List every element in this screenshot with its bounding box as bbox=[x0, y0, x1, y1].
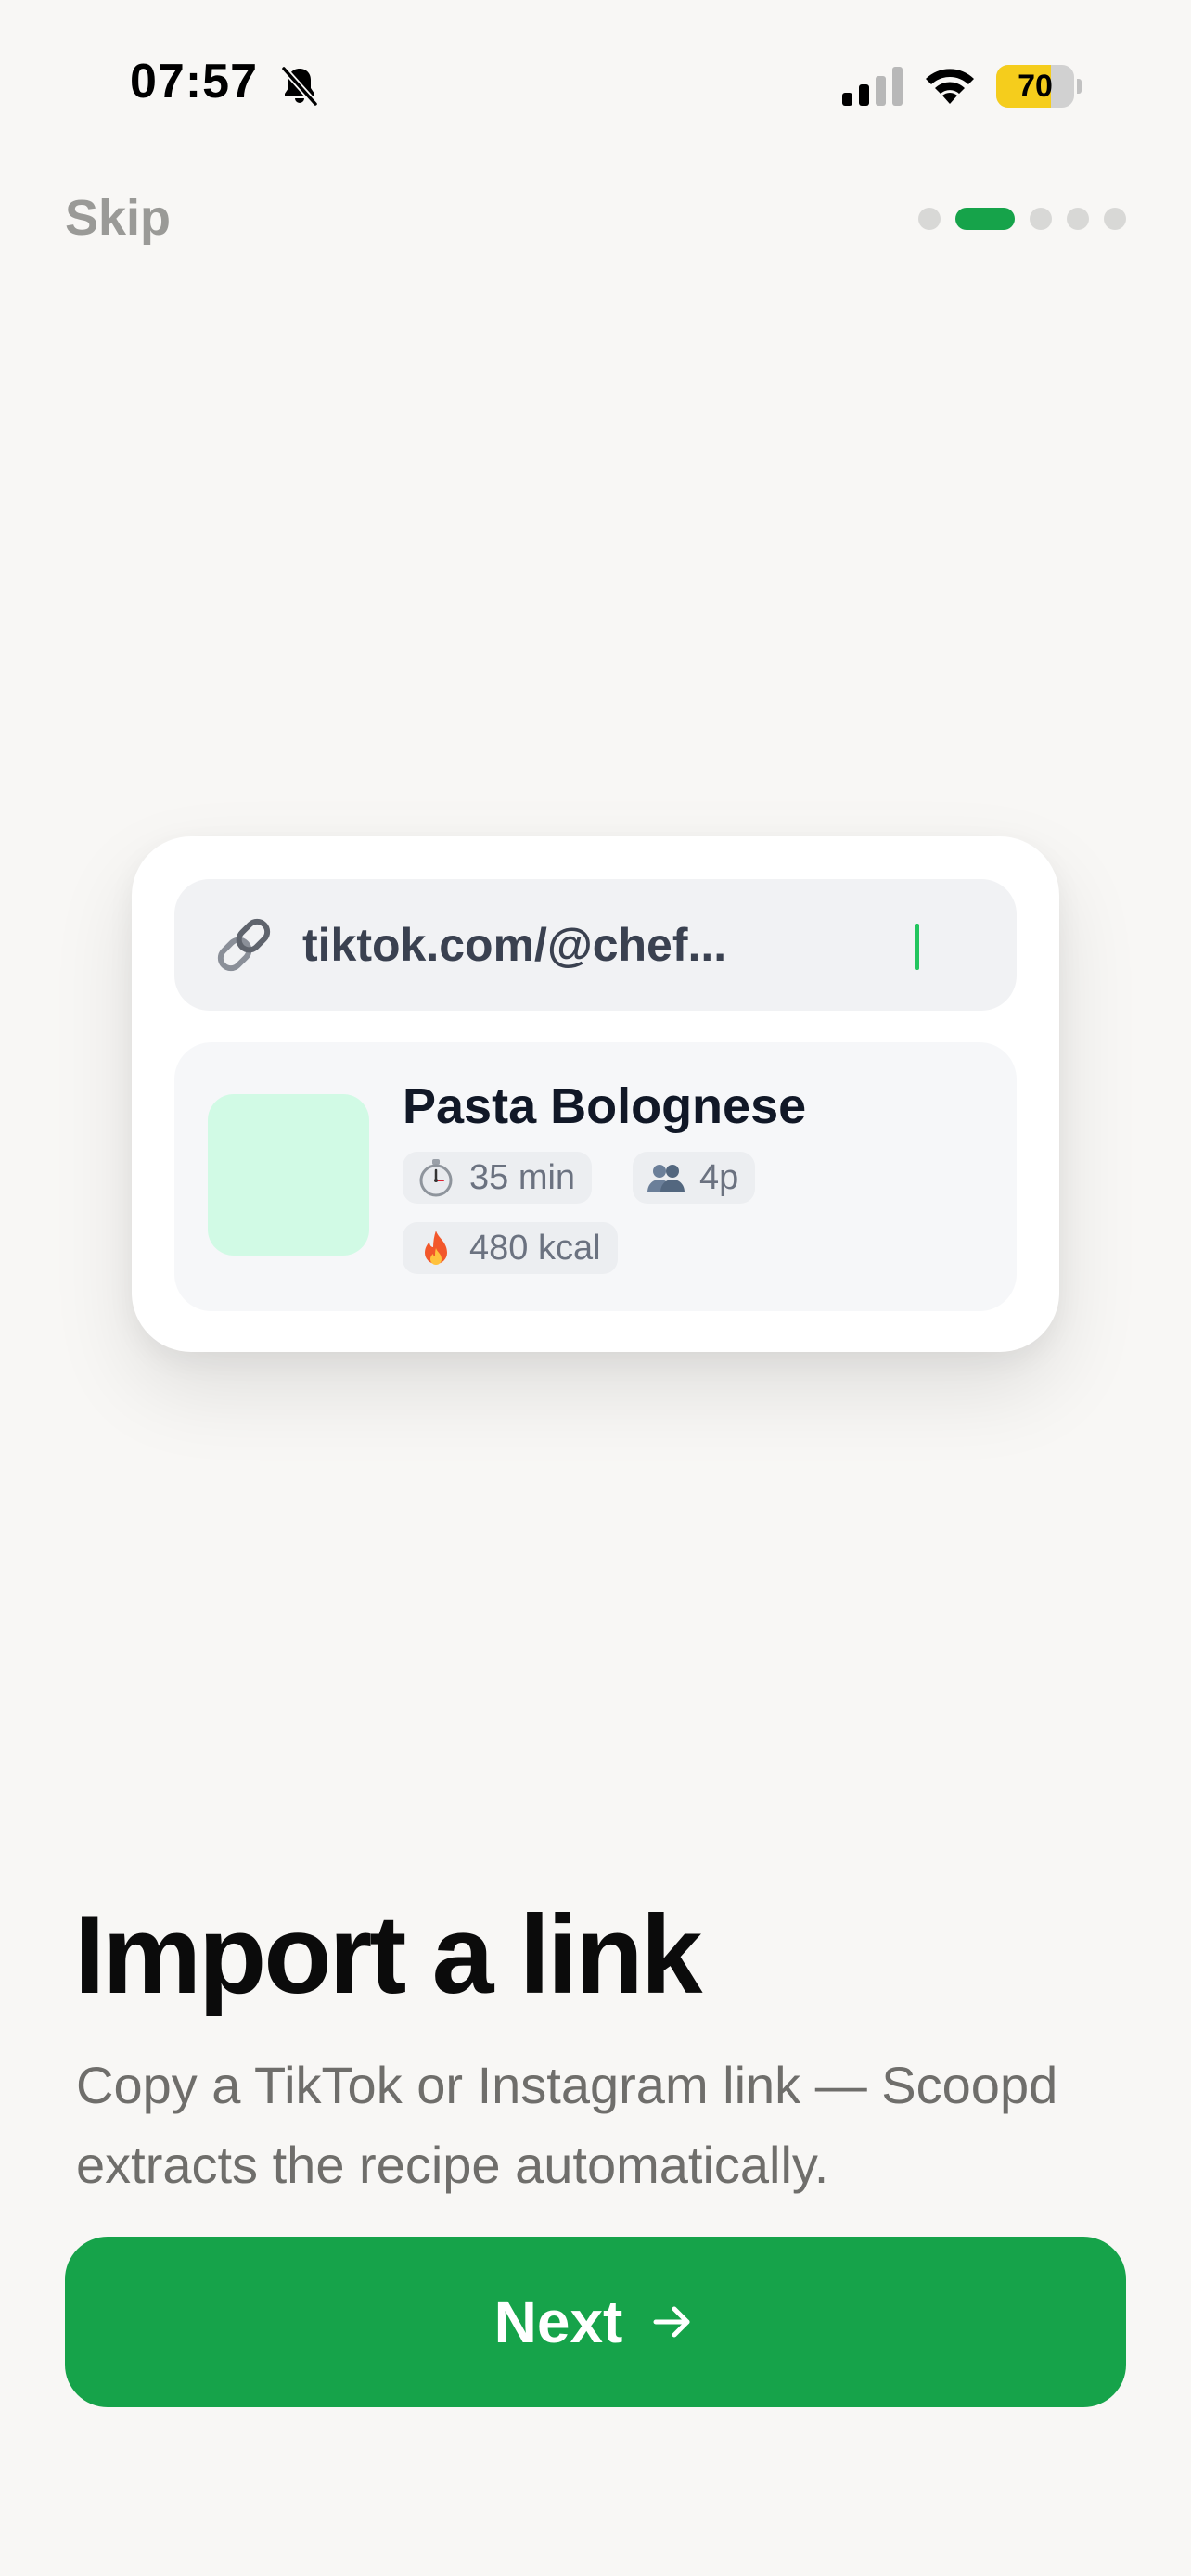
people-icon bbox=[647, 1165, 685, 1192]
cellular-signal-icon bbox=[842, 67, 903, 106]
recipe-thumbnail bbox=[208, 1094, 369, 1256]
calories-chip: 480 kcal bbox=[403, 1222, 618, 1274]
page-title: Import a link bbox=[74, 1893, 702, 2017]
calories-text: 480 kcal bbox=[469, 1228, 601, 1268]
url-text: tiktok.com/@chef... bbox=[302, 919, 727, 971]
page-dot bbox=[1030, 208, 1052, 230]
url-input[interactable]: tiktok.com/@chef... bbox=[174, 879, 1017, 1011]
recipe-title: Pasta Bolognese bbox=[403, 1078, 807, 1134]
recipe-result-card: Pasta Bolognese 35 min 4p 480 kcal bbox=[174, 1042, 1017, 1311]
cook-time-text: 35 min bbox=[469, 1157, 576, 1197]
servings-text: 4p bbox=[699, 1157, 739, 1197]
page-indicator bbox=[918, 208, 1126, 230]
page-dot-active bbox=[955, 208, 1015, 230]
next-button[interactable]: Next bbox=[65, 2237, 1126, 2407]
page-dot bbox=[918, 208, 941, 230]
battery-level: 70 bbox=[1018, 69, 1053, 104]
skip-button[interactable]: Skip bbox=[65, 189, 171, 247]
arrow-right-icon bbox=[653, 2306, 690, 2338]
next-button-label: Next bbox=[493, 2289, 623, 2355]
servings-chip: 4p bbox=[633, 1152, 756, 1204]
battery-icon: 70 bbox=[996, 65, 1082, 108]
text-caret bbox=[915, 924, 919, 970]
onboarding-screen: 07:57 70 Skip tiktok.com/@chef... Pasta … bbox=[0, 0, 1191, 2576]
cook-time-chip: 35 min bbox=[403, 1152, 593, 1204]
stopwatch-icon bbox=[419, 1159, 453, 1197]
status-bar: 07:57 70 bbox=[0, 0, 1191, 167]
page-subtitle: Copy a TikTok or Instagram link — Scoopd… bbox=[76, 2056, 1058, 2194]
wifi-icon bbox=[926, 69, 974, 104]
link-icon bbox=[217, 918, 271, 972]
status-time: 07:57 bbox=[130, 55, 258, 108]
battery-body: 70 bbox=[996, 65, 1074, 108]
page-dot bbox=[1067, 208, 1089, 230]
import-preview-card: tiktok.com/@chef... Pasta Bolognese 35 m… bbox=[132, 836, 1059, 1352]
bell-slash-icon bbox=[281, 66, 318, 107]
fire-icon bbox=[425, 1231, 447, 1265]
battery-nub bbox=[1077, 79, 1082, 94]
page-dot bbox=[1104, 208, 1126, 230]
